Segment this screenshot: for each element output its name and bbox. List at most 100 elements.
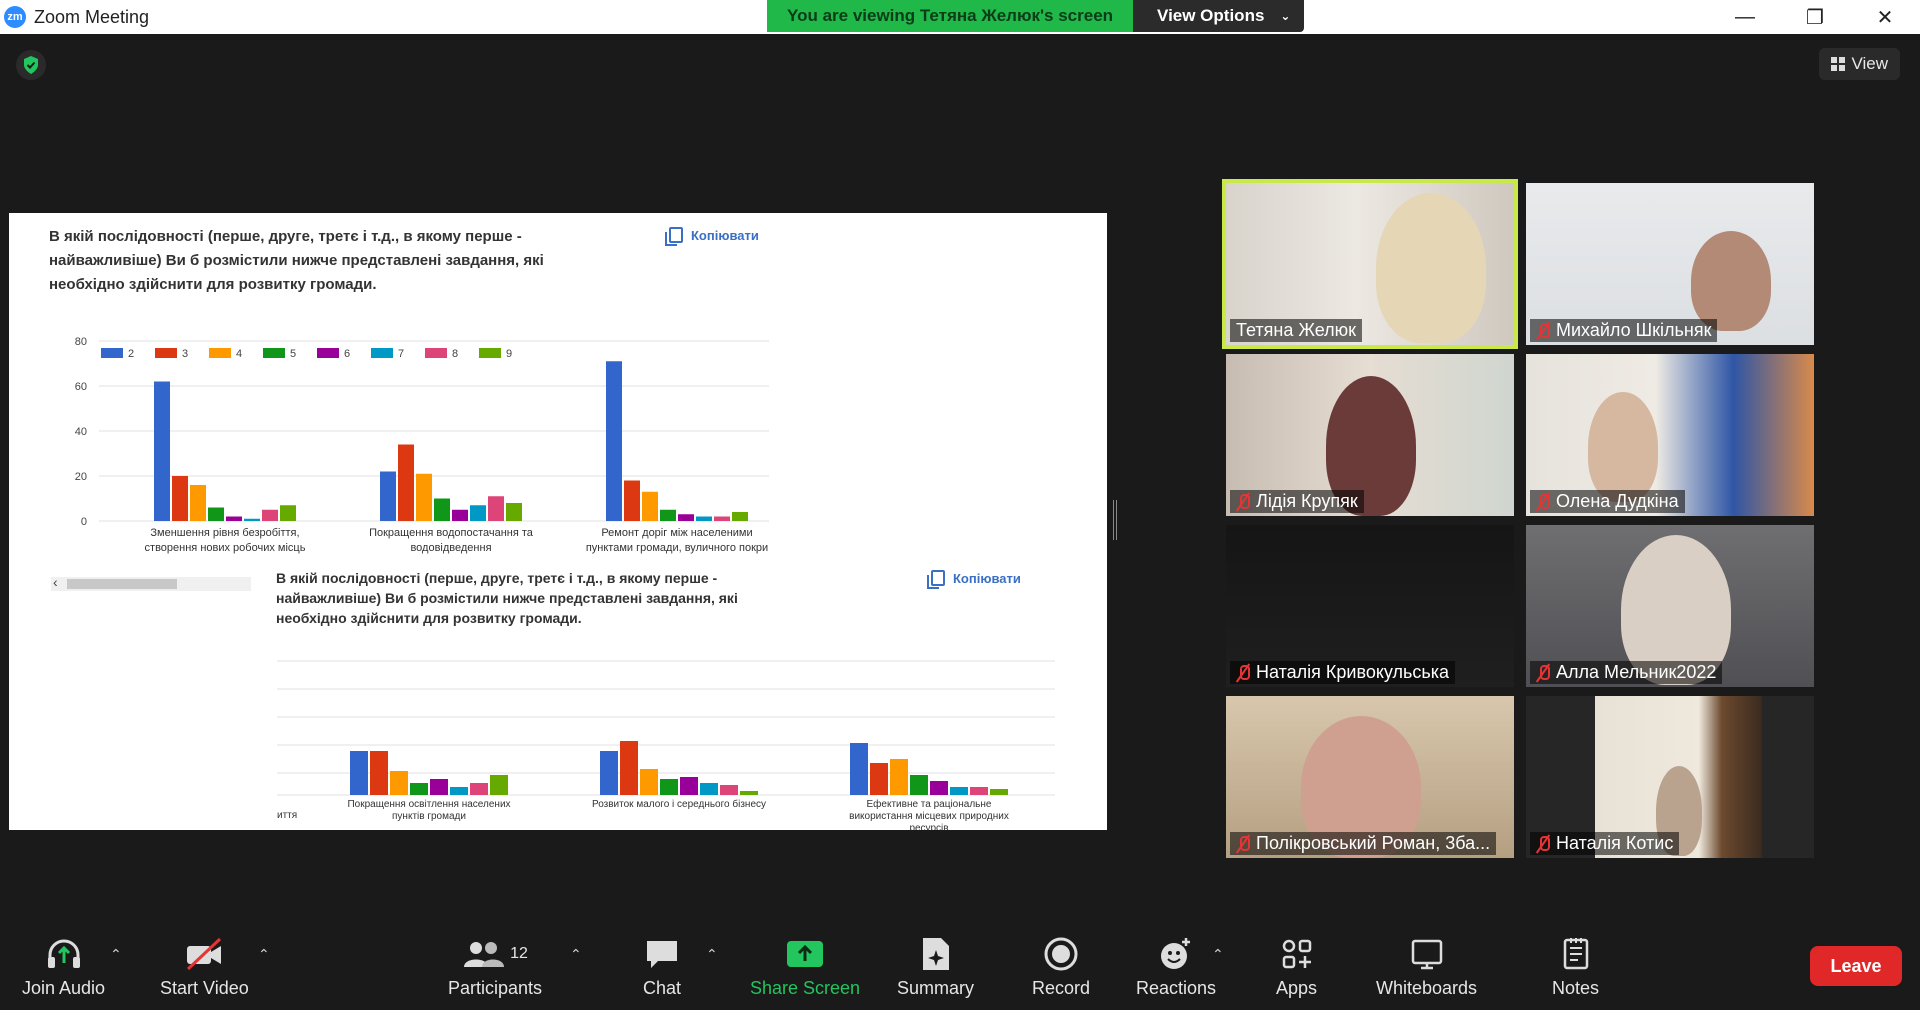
split-divider-handle[interactable] <box>1113 500 1117 540</box>
x-category-label: Ремонт доріг між населеними <box>601 527 752 539</box>
view-button[interactable]: View <box>1819 48 1900 80</box>
bar <box>970 787 988 795</box>
participant-tile[interactable]: Наталія Котис <box>1526 696 1814 858</box>
notes-button[interactable]: Notes <box>1552 936 1599 999</box>
video-options-caret-icon[interactable]: ⌃ <box>258 946 270 963</box>
participant-name: Лідія Крупяк <box>1256 491 1358 511</box>
minimize-button[interactable]: — <box>1710 0 1780 34</box>
participant-name: Олена Дудкіна <box>1556 491 1679 511</box>
bar <box>624 480 640 521</box>
participant-tile[interactable]: Михайло Шкільняк <box>1526 183 1814 345</box>
mic-muted-icon <box>1536 664 1550 682</box>
mic-muted-icon <box>1536 322 1550 340</box>
bar <box>398 444 414 521</box>
window-controls: — ❐ ✕ <box>1710 0 1920 34</box>
bar <box>660 509 676 521</box>
participant-tile[interactable]: Лідія Крупяк <box>1226 354 1514 516</box>
participant-tile[interactable]: Олена Дудкіна <box>1526 354 1814 516</box>
whiteboards-label: Whiteboards <box>1376 978 1478 998</box>
window-title: Zoom Meeting <box>34 6 150 27</box>
participant-name: Тетяна Желюк <box>1236 320 1357 340</box>
security-shield-icon[interactable] <box>16 50 46 80</box>
participant-tile[interactable]: Полікровський Роман, 3ба... <box>1226 696 1514 858</box>
y-tick-label: 40 <box>75 426 87 438</box>
participant-silhouette <box>1691 231 1771 331</box>
participant-nameplate: Михайло Шкільняк <box>1530 319 1718 342</box>
headphones-icon <box>44 936 84 972</box>
audio-options-caret-icon[interactable]: ⌃ <box>110 946 122 963</box>
bar <box>430 779 448 795</box>
participant-tile[interactable]: Тетяна Желюк <box>1222 179 1518 349</box>
x-category-label: водовідведення <box>410 542 491 554</box>
close-button[interactable]: ✕ <box>1850 0 1920 34</box>
bar <box>370 751 388 795</box>
record-icon <box>1043 936 1079 972</box>
bar <box>678 514 694 521</box>
legend-label: 9 <box>506 348 512 360</box>
y-tick-label: 20 <box>75 471 87 483</box>
participant-silhouette <box>1376 193 1486 343</box>
legend-swatch <box>479 348 501 358</box>
start-video-button[interactable]: Start Video <box>160 936 249 999</box>
notes-label: Notes <box>1552 978 1600 998</box>
mic-muted-icon <box>1236 664 1250 682</box>
apps-button[interactable]: Apps <box>1276 936 1317 999</box>
whiteboard-icon <box>1409 936 1445 972</box>
bar <box>154 381 170 521</box>
bar <box>696 516 712 521</box>
viewing-banner-text: You are viewing Тетяна Желюк's screen <box>767 0 1134 32</box>
bar <box>434 498 450 521</box>
join-audio-button[interactable]: Join Audio <box>22 936 105 999</box>
participants-button[interactable]: 12 Participants <box>448 936 542 999</box>
apps-icon <box>1280 936 1314 972</box>
share-screen-label: Share Screen <box>750 978 861 998</box>
bar <box>660 779 678 795</box>
bar <box>720 785 738 795</box>
whiteboards-button[interactable]: Whiteboards <box>1376 936 1477 999</box>
summary-label: Summary <box>897 978 975 998</box>
x-category-label: ресурсів <box>909 823 948 830</box>
chat-button[interactable]: Chat <box>643 936 681 999</box>
bar <box>506 503 522 521</box>
share-screen-icon <box>785 936 825 972</box>
chat-label: Chat <box>643 978 682 998</box>
bar <box>416 473 432 521</box>
legend-swatch <box>371 348 393 358</box>
participant-name: Наталія Кривокульська <box>1256 662 1450 682</box>
reactions-button[interactable]: Reactions <box>1136 936 1216 999</box>
x-category-label-partial: иття <box>277 810 297 821</box>
participant-name: Наталія Котис <box>1556 833 1674 853</box>
bar <box>642 491 658 521</box>
chat-caret-icon[interactable]: ⌃ <box>706 946 718 963</box>
legend-label: 5 <box>290 348 296 360</box>
bar <box>890 759 908 795</box>
bar <box>410 783 428 795</box>
view-grid-icon <box>1831 57 1846 71</box>
legend-swatch <box>155 348 177 358</box>
share-screen-button[interactable]: Share Screen <box>750 936 860 999</box>
participants-caret-icon[interactable]: ⌃ <box>570 946 582 963</box>
restore-button[interactable]: ❐ <box>1780 0 1850 34</box>
x-category-label: Покращення водопостачання та <box>369 527 534 539</box>
mic-muted-icon <box>1536 493 1550 511</box>
chevron-down-icon: ⌄ <box>1280 9 1291 23</box>
bar <box>488 496 504 521</box>
viewing-banner: You are viewing Тетяна Желюк's screen Vi… <box>767 0 1305 32</box>
bar <box>190 485 206 521</box>
legend-label: 8 <box>452 348 458 360</box>
leave-button[interactable]: Leave <box>1810 946 1902 986</box>
participant-name: Алла Мельник2022 <box>1556 662 1717 682</box>
bar <box>990 789 1008 795</box>
bar <box>226 516 242 521</box>
record-button[interactable]: Record <box>1032 936 1090 999</box>
bar <box>350 751 368 795</box>
y-tick-label: 80 <box>75 336 87 348</box>
start-video-label: Start Video <box>160 978 249 998</box>
view-options-button[interactable]: View Options ⌄ <box>1133 0 1305 32</box>
summary-button[interactable]: Summary <box>897 936 974 999</box>
participant-tile[interactable]: Алла Мельник2022 <box>1526 525 1814 687</box>
restore-icon: ❐ <box>1806 6 1824 29</box>
bar <box>172 476 188 521</box>
participant-tile[interactable]: Наталія Кривокульська <box>1226 525 1514 687</box>
reactions-caret-icon[interactable]: ⌃ <box>1212 946 1224 963</box>
